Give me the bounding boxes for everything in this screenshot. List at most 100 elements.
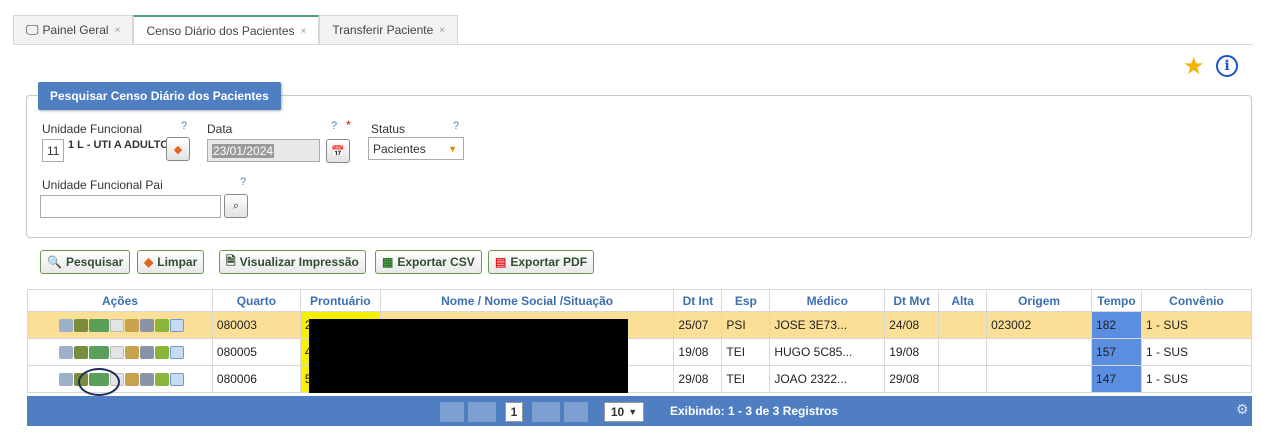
favorite-star-icon[interactable]: ★ [1183, 52, 1205, 81]
close-icon[interactable]: × [439, 25, 445, 36]
next-page-button[interactable] [532, 402, 560, 422]
col-origem[interactable]: Origem [986, 289, 1093, 312]
tab-transferir-paciente[interactable]: Transferir Paciente × [319, 15, 459, 44]
cell-medico: JOAO 2322... [769, 365, 886, 393]
patient-table: Ações Quarto Prontuário Nome / Nome Soci… [27, 289, 1253, 393]
stethoscope-icon[interactable] [155, 318, 170, 332]
table-row[interactable]: 080003 2 25/07 PSI JOSE 3E73... 24/08 02… [27, 311, 1253, 339]
col-acoes[interactable]: Ações [27, 289, 213, 312]
view-icon[interactable] [59, 372, 74, 386]
pesquisar-label: Pesquisar [65, 255, 124, 269]
note-icon[interactable] [170, 318, 185, 332]
status-select[interactable]: Pacientes ▼ [368, 137, 464, 160]
current-page[interactable]: 1 [505, 402, 523, 422]
help-icon[interactable]: ? [240, 176, 246, 188]
page-size-select[interactable]: 10 ▼ [604, 402, 644, 422]
data-field[interactable]: 23/01/2024 [207, 139, 320, 162]
row-actions [27, 365, 213, 393]
note-icon[interactable] [170, 372, 185, 386]
cell-dt-int: 19/08 [673, 338, 723, 366]
cell-dt-mvt: 29/08 [884, 365, 940, 393]
table-row[interactable]: 080006 5 29/08 TEI JOAO 2322... 29/08 14… [27, 365, 1253, 393]
status-value: Pacientes [373, 141, 426, 156]
gear-icon[interactable]: ⚙ [1236, 401, 1249, 418]
movement-icon[interactable] [74, 318, 89, 332]
col-quarto[interactable]: Quarto [211, 289, 301, 312]
cell-dt-int: 29/08 [673, 365, 723, 393]
tab-label: Painel Geral [42, 23, 109, 37]
search-lookup-button[interactable]: ⌕ [224, 194, 248, 218]
cell-alta [938, 365, 988, 393]
cell-tempo: 182 [1091, 311, 1142, 339]
last-page-button[interactable] [564, 402, 588, 422]
users-icon[interactable] [125, 318, 140, 332]
cell-quarto: 080003 [211, 311, 301, 339]
limpar-button[interactable]: ◆ Limpar [137, 250, 205, 274]
row-actions [27, 338, 213, 366]
limpar-label: Limpar [157, 255, 198, 269]
cell-dt-mvt: 24/08 [884, 311, 940, 339]
calendar-icon: 📅 [331, 145, 345, 158]
exportar-csv-button[interactable]: ▦ Exportar CSV [375, 250, 482, 274]
print-icon[interactable] [140, 372, 155, 386]
monitor-icon: 🖵 [26, 22, 39, 37]
movement-icon[interactable] [74, 345, 89, 359]
pesquisar-button[interactable]: 🔍 Pesquisar [40, 250, 131, 274]
view-icon[interactable] [59, 318, 74, 332]
print-icon[interactable] [140, 318, 155, 332]
search-icon: 🔍 [47, 255, 62, 269]
first-page-button[interactable] [440, 402, 464, 422]
exportar-pdf-button[interactable]: ▤ Exportar PDF [488, 250, 595, 274]
transfer-icon[interactable] [89, 318, 110, 332]
cell-alta [938, 338, 988, 366]
help-icon[interactable]: ? [331, 120, 337, 132]
transfer-icon[interactable] [89, 345, 110, 359]
close-icon[interactable]: × [115, 25, 121, 36]
col-convenio[interactable]: Convênio [1140, 289, 1253, 312]
search-icon: ⌕ [232, 199, 240, 212]
col-alta[interactable]: Alta [938, 289, 988, 312]
stethoscope-icon[interactable] [155, 372, 170, 386]
data-label: Data [207, 122, 233, 136]
users-icon[interactable] [125, 345, 140, 359]
cell-origem [986, 365, 1093, 393]
cell-quarto: 080005 [211, 338, 301, 366]
csv-label: Exportar CSV [397, 255, 475, 269]
tab-censo-diario[interactable]: Censo Diário dos Pacientes × [133, 15, 320, 45]
tab-bar: 🖵 Painel Geral × Censo Diário dos Pacien… [13, 15, 459, 45]
info-icon[interactable]: i [1216, 55, 1238, 77]
prev-page-button[interactable] [468, 402, 496, 422]
help-icon[interactable]: ? [181, 120, 187, 132]
document-icon[interactable] [110, 318, 125, 332]
eraser-button[interactable]: ◆ [166, 137, 190, 161]
col-nome[interactable]: Nome / Nome Social /Situação [379, 289, 675, 312]
unidade-code-field[interactable]: 11 [42, 139, 64, 162]
tab-painel-geral[interactable]: 🖵 Painel Geral × [13, 15, 134, 44]
required-marker: * [346, 118, 351, 132]
view-icon[interactable] [59, 345, 74, 359]
cell-convenio: 1 - SUS [1140, 311, 1253, 339]
note-icon[interactable] [170, 345, 185, 359]
print-icon[interactable] [140, 345, 155, 359]
calendar-button[interactable]: 📅 [326, 139, 350, 163]
table-row[interactable]: 080005 4 19/08 TEI HUGO 5C85... 19/08 15… [27, 338, 1253, 366]
col-esp[interactable]: Esp [721, 289, 771, 312]
visualizar-impressao-button[interactable]: 🗎 Visualizar Impressão [219, 250, 366, 274]
cell-dt-mvt: 19/08 [884, 338, 940, 366]
help-icon[interactable]: ? [453, 120, 459, 132]
eraser-icon: ◆ [144, 255, 154, 269]
col-dt-int[interactable]: Dt Int [673, 289, 723, 312]
stethoscope-icon[interactable] [155, 345, 170, 359]
col-dt-mvt[interactable]: Dt Mvt [884, 289, 940, 312]
unidade-funcional-pai-field[interactable] [40, 195, 221, 218]
users-icon[interactable] [125, 372, 140, 386]
col-prontuario[interactable]: Prontuário [299, 289, 381, 312]
col-tempo[interactable]: Tempo [1091, 289, 1142, 312]
tab-label: Censo Diário dos Pacientes [146, 24, 295, 38]
close-icon[interactable]: × [301, 26, 307, 37]
col-medico[interactable]: Médico [769, 289, 886, 312]
table-header-row: Ações Quarto Prontuário Nome / Nome Soci… [27, 289, 1253, 312]
cell-alta [938, 311, 988, 339]
document-icon[interactable] [110, 345, 125, 359]
data-value: 23/01/2024 [212, 143, 275, 158]
